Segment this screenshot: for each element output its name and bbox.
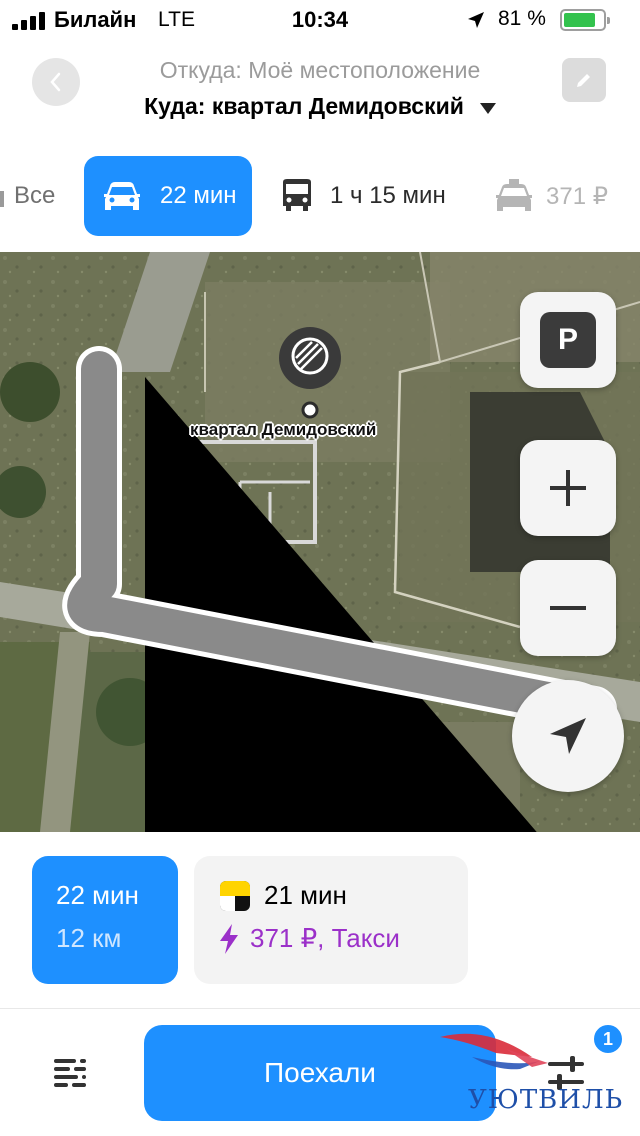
parking-button[interactable]: P <box>520 292 616 388</box>
route-cards: 22 мин 12 км 21 мин 371 ₽, Такси <box>0 832 640 1008</box>
status-bar: Билайн LTE 10:34 81 % <box>0 0 640 40</box>
my-location-button[interactable] <box>512 680 624 792</box>
taxi-icon <box>496 179 532 211</box>
lightning-icon <box>220 923 238 954</box>
all-modes-icon <box>0 191 4 207</box>
taxi-price: 371 ₽, Такси <box>250 923 400 953</box>
minus-icon <box>550 606 586 610</box>
tab-label: 371 ₽ <box>546 182 608 210</box>
tab-all[interactable]: Все <box>0 156 55 236</box>
plus-icon <box>550 470 586 506</box>
car-route-card[interactable]: 22 мин 12 км <box>32 856 178 984</box>
yandex-taxi-icon <box>220 880 250 911</box>
navigation-arrow-icon <box>550 718 586 754</box>
zoom-in-button[interactable] <box>520 440 616 536</box>
edit-route-button[interactable] <box>562 58 606 102</box>
route-header: Откуда: Моё местоположение Куда: квартал… <box>0 40 640 140</box>
tab-transit[interactable]: 1 ч 15 мин <box>280 156 446 236</box>
car-icon <box>104 182 140 210</box>
tab-car[interactable]: 22 мин <box>84 156 252 236</box>
car-route-time: 22 мин <box>56 880 139 910</box>
battery-fill <box>564 13 595 27</box>
taxi-card[interactable]: 21 мин 371 ₽, Такси <box>194 856 468 984</box>
zoom-out-button[interactable] <box>520 560 616 656</box>
watermark-bird-logo <box>440 1033 548 1070</box>
route-to: Куда: квартал Демидовский <box>144 93 464 119</box>
car-route-distance: 12 км <box>56 923 122 953</box>
caret-down-icon <box>479 102 496 114</box>
route-list-button[interactable] <box>48 1053 92 1089</box>
destination-label: квартал Демидовский <box>190 420 377 439</box>
parking-label: P <box>557 323 578 356</box>
go-button-label: Поехали <box>264 1057 376 1088</box>
pencil-icon <box>577 74 590 87</box>
battery-percent: 81 % <box>498 7 546 30</box>
map-view[interactable]: квартал Демидовский P <box>0 252 640 832</box>
route-to-row[interactable]: Куда: квартал Демидовский <box>0 93 640 120</box>
tab-taxi[interactable]: 371 ₽ <box>494 156 608 236</box>
tab-label: 1 ч 15 мин <box>330 182 446 209</box>
parking-icon: P <box>540 312 596 368</box>
tab-label: 22 мин <box>160 182 237 209</box>
bus-icon <box>283 179 311 211</box>
battery-icon <box>560 9 610 31</box>
location-arrow-icon <box>468 12 484 28</box>
transport-tabs: Все 22 мин 1 ч 15 мин 371 ₽ <box>0 148 640 244</box>
tab-label: Все <box>14 182 56 209</box>
route-from[interactable]: Откуда: Моё местоположение <box>0 57 640 84</box>
taxi-time: 21 мин <box>264 880 347 910</box>
watermark-text: УЮТВИЛЬ <box>468 1085 624 1115</box>
bottom-bar: Поехали 1 УЮТВИЛЬ <box>0 1009 640 1136</box>
